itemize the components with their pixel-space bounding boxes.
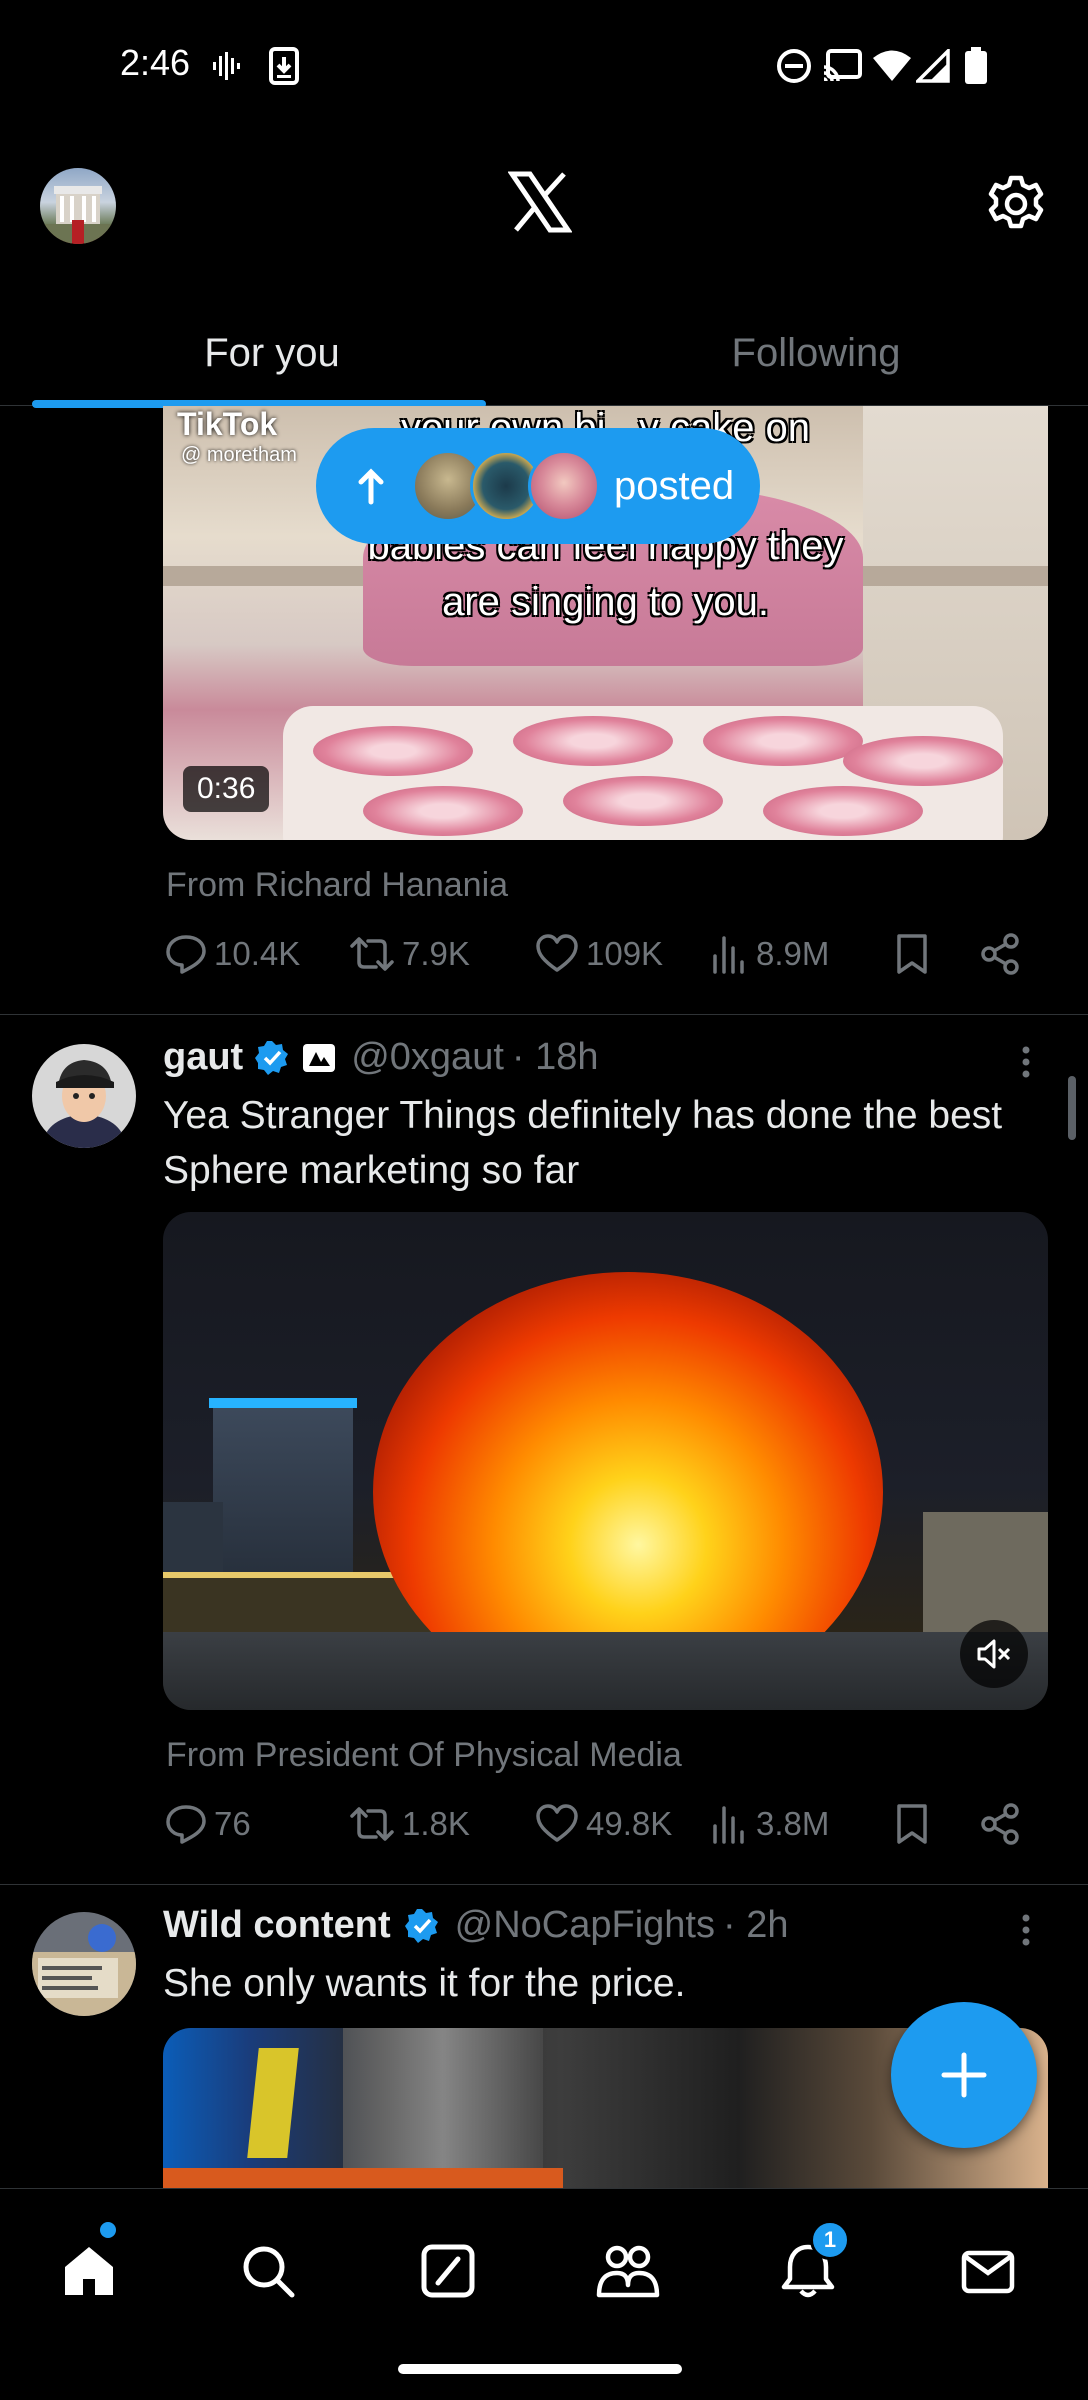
from-attribution[interactable]: From Richard Hanania (166, 866, 508, 905)
heart-icon (536, 1804, 578, 1842)
video-duration: 0:36 (183, 766, 270, 812)
avatar (528, 450, 600, 522)
views-icon (713, 936, 744, 974)
search-icon (243, 2246, 295, 2298)
verified-badge-icon (404, 1908, 438, 1943)
grok-icon (421, 2244, 475, 2298)
posted-label: posted (614, 463, 735, 508)
like-button[interactable]: 49.8K (534, 1802, 672, 1846)
notification-badge: 1 (810, 2220, 850, 2260)
muted-speaker-icon (977, 1639, 1011, 1669)
video-caption-line: are singing to you. (442, 580, 769, 624)
tweet-actions: 10.4K 7.9K 109K 8.9M (164, 932, 1034, 992)
heart-icon (536, 934, 578, 972)
reply-icon (166, 935, 206, 974)
reply-count: 10.4K (214, 935, 301, 972)
author-name[interactable]: gaut (163, 1036, 243, 1079)
repost-count: 7.9K (402, 935, 470, 972)
tweet-header: Wild content @NoCapFights · 2h (163, 1904, 788, 1947)
wifi-icon (872, 46, 912, 86)
like-button[interactable]: 109K (534, 932, 663, 976)
repost-button[interactable]: 1.8K (348, 1802, 470, 1846)
compose-button[interactable] (891, 2002, 1037, 2148)
views-button[interactable]: 8.9M (710, 932, 829, 976)
signal-icon (916, 46, 950, 86)
author-name[interactable]: Wild content (163, 1904, 391, 1947)
messages-icon (961, 2250, 1015, 2294)
tweet-header: gaut @0xgaut · 18h (163, 1036, 599, 1079)
reply-button[interactable]: 10.4K (164, 932, 300, 976)
nav-communities[interactable] (588, 2231, 668, 2311)
bookmark-button[interactable] (892, 1802, 938, 1846)
repost-icon (350, 1807, 394, 1841)
reply-button[interactable]: 76 (164, 1802, 251, 1846)
from-attribution[interactable]: From President Of Physical Media (166, 1736, 682, 1775)
views-count: 8.9M (756, 935, 830, 972)
bookmark-button[interactable] (892, 932, 938, 976)
divider (0, 1014, 1088, 1015)
plus-icon (941, 2052, 987, 2098)
settings-gear-icon[interactable] (984, 172, 1048, 236)
more-options-icon[interactable] (1006, 1042, 1046, 1082)
download-icon (268, 46, 300, 86)
like-count: 109K (586, 935, 664, 972)
views-count: 3.8M (756, 1805, 830, 1842)
nav-home[interactable] (49, 2231, 129, 2311)
status-time: 2:46 (120, 42, 191, 83)
divider (0, 1884, 1088, 1885)
new-posts-pill[interactable]: posted (316, 428, 760, 544)
posted-avatars (412, 450, 600, 522)
scrollbar[interactable] (1068, 1076, 1076, 1140)
reply-icon (166, 1805, 206, 1844)
share-button[interactable] (978, 1802, 1028, 1846)
cupcake-pan (283, 706, 1003, 840)
views-button[interactable]: 3.8M (710, 1802, 829, 1846)
tweet-time: · 18h (511, 1036, 599, 1078)
nav-search[interactable] (228, 2231, 308, 2311)
communities-icon (596, 2245, 660, 2298)
nav-messages[interactable] (948, 2231, 1028, 2311)
bookmark-icon (897, 1804, 927, 1844)
repost-icon (350, 937, 394, 971)
arrow-up-icon (358, 468, 384, 505)
tweet-actions: 76 1.8K 49.8K 3.8M (164, 1802, 1034, 1862)
more-options-icon[interactable] (1006, 1910, 1046, 1950)
voice-icon (212, 46, 242, 86)
tab-for-you-label: For you (204, 330, 340, 375)
author-handle[interactable]: @NoCapFights (455, 1904, 715, 1947)
views-icon (713, 1806, 744, 1844)
tweet-text: Yea Stranger Things definitely has done … (163, 1094, 1003, 1192)
home-indicator[interactable] (398, 2364, 682, 2374)
timeline-tabs: For you Following (0, 300, 1088, 408)
home-icon (65, 2247, 113, 2295)
repost-count: 1.8K (402, 1805, 470, 1842)
x-logo-icon[interactable] (507, 170, 573, 234)
profile-avatar[interactable] (40, 168, 116, 244)
tab-following-label: Following (731, 330, 901, 375)
tweet-time: · 2h (722, 1904, 789, 1946)
bookmark-icon (897, 934, 927, 974)
repost-button[interactable]: 7.9K (348, 932, 470, 976)
nav-grok[interactable] (408, 2231, 488, 2311)
dnd-icon (776, 46, 812, 86)
reply-count: 76 (214, 1805, 251, 1842)
share-button[interactable] (978, 932, 1028, 976)
author-avatar[interactable] (32, 1044, 136, 1148)
cast-icon (822, 46, 862, 86)
author-avatar[interactable] (32, 1912, 136, 2016)
tab-for-you[interactable]: For you (0, 300, 544, 408)
tab-following[interactable]: Following (544, 300, 1088, 406)
affiliate-badge-icon (303, 1043, 336, 1072)
tweet-video[interactable] (163, 1212, 1048, 1710)
share-icon (981, 1803, 1019, 1845)
tweet-text: She only wants it for the price. (163, 1962, 686, 2005)
like-count: 49.8K (586, 1805, 673, 1842)
share-icon (981, 933, 1019, 975)
home-unread-dot (100, 2222, 116, 2238)
verified-badge-icon (255, 1040, 289, 1075)
battery-icon (964, 46, 988, 86)
mute-button[interactable] (960, 1620, 1028, 1688)
author-handle[interactable]: @0xgaut (351, 1036, 504, 1079)
